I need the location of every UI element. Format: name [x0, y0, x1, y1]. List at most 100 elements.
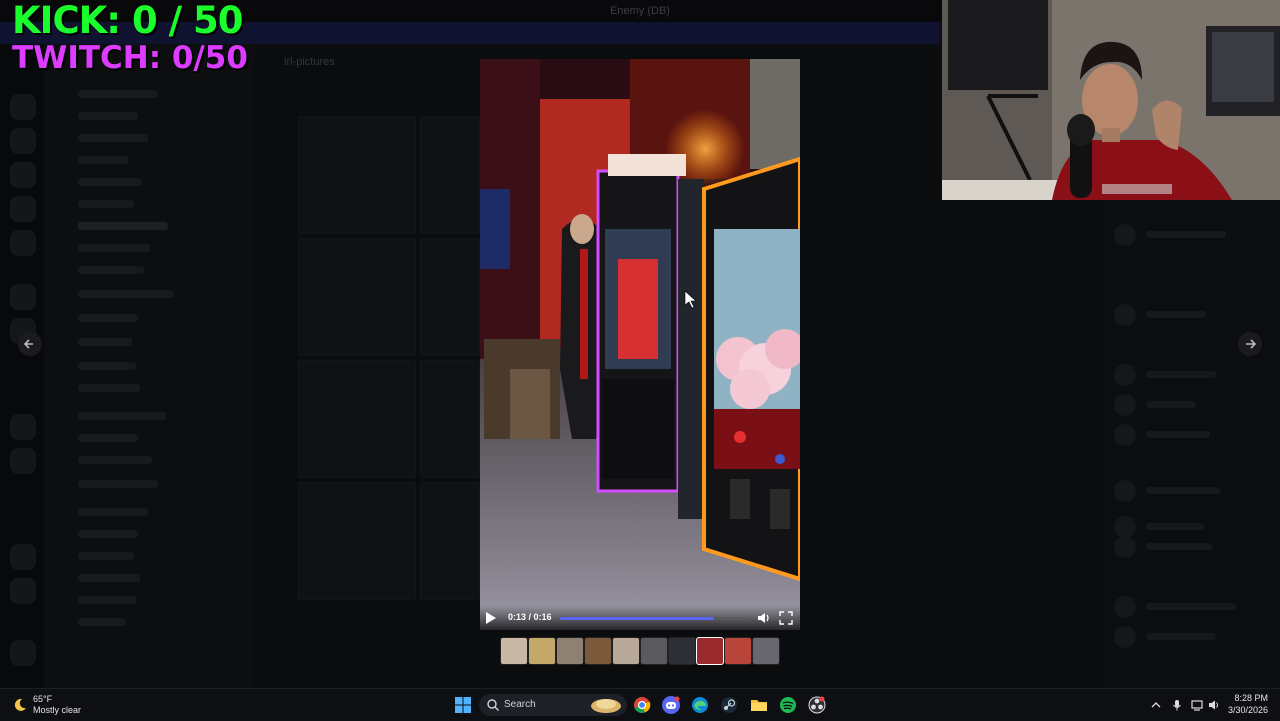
media-thumbnail[interactable]: [528, 637, 556, 665]
clock-time[interactable]: 8:28 PM: [1226, 693, 1268, 703]
taskbar-spotify[interactable]: [777, 694, 799, 716]
media-thumbnail[interactable]: [584, 637, 612, 665]
channel-item[interactable]: [78, 314, 138, 322]
video-progress-bar[interactable]: [560, 617, 750, 620]
gallery-tile[interactable]: [298, 482, 416, 600]
media-thumbnail-active[interactable]: [696, 637, 724, 665]
taskbar-edge[interactable]: [689, 694, 711, 716]
fullscreen-icon: [779, 611, 793, 625]
server-icon[interactable]: [10, 230, 36, 256]
play-button[interactable]: [486, 612, 496, 624]
channel-item[interactable]: [78, 412, 166, 420]
channel-item[interactable]: [78, 178, 142, 186]
channel-item[interactable]: [78, 618, 126, 626]
channel-item[interactable]: [78, 434, 138, 442]
channel-item[interactable]: [78, 552, 134, 560]
member-avatar[interactable]: [1114, 626, 1136, 648]
gallery-tile[interactable]: [420, 116, 480, 234]
channel-item[interactable]: [78, 480, 158, 488]
server-icon[interactable]: [10, 414, 36, 440]
gallery-tile[interactable]: [420, 482, 480, 600]
volume-button[interactable]: [756, 610, 772, 626]
gallery-tile[interactable]: [298, 238, 416, 356]
channel-item[interactable]: [78, 530, 138, 538]
server-icon[interactable]: [10, 94, 36, 120]
clock-date[interactable]: 3/30/2026: [1222, 705, 1268, 715]
channel-item[interactable]: [78, 112, 138, 120]
member-name[interactable]: [1146, 371, 1216, 378]
gallery-tile[interactable]: [420, 238, 480, 356]
gallery-tile[interactable]: [298, 116, 416, 234]
member-avatar[interactable]: [1114, 364, 1136, 386]
channel-item[interactable]: [78, 338, 132, 346]
speaker-icon[interactable]: [1207, 698, 1221, 712]
member-name[interactable]: [1146, 543, 1212, 550]
member-name[interactable]: [1146, 603, 1236, 610]
member-name[interactable]: [1146, 231, 1226, 238]
channel-item[interactable]: [78, 290, 174, 298]
weather-temperature[interactable]: 65°F: [33, 694, 52, 704]
server-icon[interactable]: [10, 196, 36, 222]
taskbar-steam[interactable]: [718, 694, 740, 716]
microphone-icon[interactable]: [1170, 698, 1184, 712]
tray-chevron-up-icon[interactable]: [1149, 698, 1163, 712]
media-thumbnail[interactable]: [668, 637, 696, 665]
channel-item[interactable]: [78, 244, 150, 252]
server-icon[interactable]: [10, 640, 36, 666]
media-video[interactable]: [480, 59, 800, 630]
taskbar-file-explorer[interactable]: [748, 694, 770, 716]
member-name[interactable]: [1146, 633, 1216, 640]
channel-item[interactable]: [78, 156, 128, 164]
server-icon[interactable]: [10, 578, 36, 604]
media-thumbnail[interactable]: [556, 637, 584, 665]
member-name[interactable]: [1146, 401, 1196, 408]
member-avatar[interactable]: [1114, 516, 1136, 538]
channel-item[interactable]: [78, 456, 152, 464]
gallery-tile[interactable]: [420, 360, 480, 478]
member-avatar[interactable]: [1114, 424, 1136, 446]
channel-item[interactable]: [78, 508, 148, 516]
previous-media-button[interactable]: [18, 332, 42, 356]
member-avatar[interactable]: [1114, 596, 1136, 618]
media-thumbnail[interactable]: [640, 637, 668, 665]
media-thumbnail[interactable]: [724, 637, 752, 665]
taskbar-obs[interactable]: [806, 694, 828, 716]
weather-moon-icon[interactable]: [12, 697, 28, 713]
member-avatar[interactable]: [1114, 536, 1136, 558]
channel-item[interactable]: [78, 266, 144, 274]
server-icon[interactable]: [10, 284, 36, 310]
volume-icon: [758, 613, 769, 623]
member-name[interactable]: [1146, 523, 1204, 530]
server-icon[interactable]: [10, 128, 36, 154]
server-icon[interactable]: [10, 544, 36, 570]
gallery-tile[interactable]: [298, 360, 416, 478]
media-thumbnail[interactable]: [612, 637, 640, 665]
channel-item[interactable]: [78, 574, 140, 582]
start-button[interactable]: [452, 694, 474, 716]
fullscreen-button[interactable]: [778, 610, 794, 626]
member-avatar[interactable]: [1114, 394, 1136, 416]
media-thumbnail[interactable]: [752, 637, 780, 665]
server-icon[interactable]: [10, 448, 36, 474]
channel-item[interactable]: [78, 200, 134, 208]
server-icon[interactable]: [10, 162, 36, 188]
member-avatar[interactable]: [1114, 224, 1136, 246]
taskbar-discord[interactable]: [660, 694, 682, 716]
member-avatar[interactable]: [1114, 480, 1136, 502]
network-icon[interactable]: [1190, 698, 1204, 712]
channel-item[interactable]: [78, 362, 136, 370]
member-name[interactable]: [1146, 431, 1210, 438]
member-name[interactable]: [1146, 487, 1220, 494]
channel-item-selected[interactable]: [78, 222, 168, 230]
channel-item[interactable]: [78, 384, 140, 392]
next-media-button[interactable]: [1238, 332, 1262, 356]
channel-item[interactable]: [78, 596, 136, 604]
media-thumbnail[interactable]: [500, 637, 528, 665]
taskbar-search-box[interactable]: Search: [479, 694, 627, 716]
taskbar-chrome[interactable]: [631, 694, 653, 716]
member-avatar[interactable]: [1114, 304, 1136, 326]
channel-item[interactable]: [78, 134, 148, 142]
member-name[interactable]: [1146, 311, 1206, 318]
channel-item[interactable]: [78, 90, 158, 98]
weather-description[interactable]: Mostly clear: [33, 705, 81, 715]
